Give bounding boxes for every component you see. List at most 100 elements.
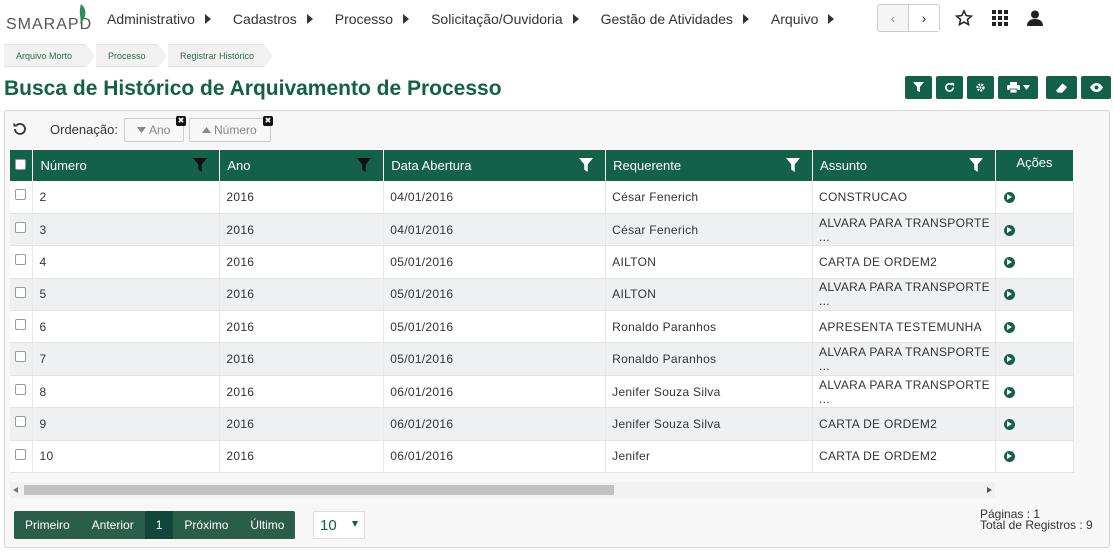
remove-sort-icon[interactable]: ✖ [176,116,186,126]
menu-next-button[interactable]: › [908,5,939,31]
row-checkbox[interactable] [15,448,26,460]
filter-icon[interactable] [579,158,594,172]
cell-acoes [995,245,1075,279]
breadcrumb-item-registrar-historico[interactable]: Registrar Histórico [168,44,273,68]
breadcrumb-item-processo[interactable]: Processo [96,44,167,68]
cell-ano: 2016 [219,278,385,312]
column-header-requerente[interactable]: Requerente [605,150,814,181]
cell-ano: 2016 [219,342,385,376]
leaf-icon [79,4,86,24]
star-icon[interactable] [954,8,974,28]
row-checkbox[interactable] [15,189,26,200]
apps-grid-icon[interactable] [990,8,1010,28]
table-row[interactable]: 9 2016 06/01/2016 Jenifer Souza Silva CARTA … [10,407,1075,441]
clear-button[interactable] [1046,76,1077,99]
filter-icon[interactable] [786,158,801,172]
cell-requerente: AILTON [605,245,814,279]
menu-prev-button[interactable]: ‹ [878,5,908,31]
smarapd-logo[interactable]: SMARAPD [6,4,91,36]
table-row[interactable]: 8 2016 06/01/2016 Jenifer Souza Silva ALVARA… [10,375,1075,409]
menu-arquivo[interactable]: Arquivo [771,11,835,27]
filter-icon[interactable] [968,158,983,172]
caret-down-icon [1022,85,1030,90]
sort-chip-ano[interactable]: Ano ✖ [124,116,186,142]
sort-chip-numero[interactable]: Número ✖ [189,116,273,142]
row-checkbox[interactable] [15,416,26,428]
filter-button[interactable] [905,76,932,99]
row-checkbox[interactable] [15,221,26,233]
row-checkbox[interactable] [15,319,26,331]
page-size-select[interactable]: 10 [313,511,365,539]
breadcrumb-item-arquivo-morto[interactable]: Arquivo Morto [4,44,95,68]
table-row[interactable]: 6 2016 05/01/2016 Ronaldo Paranhos APRESENTA… [10,310,1075,344]
open-arrow-icon[interactable] [1003,451,1015,463]
open-arrow-icon[interactable] [1003,256,1015,268]
open-arrow-icon[interactable] [1003,191,1015,203]
select-all-checkbox[interactable] [15,159,26,170]
open-arrow-icon[interactable] [1003,418,1015,430]
menu-cadastros[interactable]: Cadastros [233,11,313,27]
scroll-left-icon[interactable] [13,487,18,493]
remove-sort-icon[interactable]: ✖ [263,116,273,126]
cell-ano: 2016 [219,375,385,409]
select-all-header [10,150,34,181]
row-checkbox-cell [10,278,34,312]
print-dropdown-button[interactable] [998,76,1038,99]
open-arrow-icon[interactable] [1003,354,1015,366]
table-row[interactable]: 7 2016 05/01/2016 Ronaldo Paranhos ALVARA PA… [10,342,1075,376]
cell-requerente: César Fenerich [605,181,814,214]
row-checkbox[interactable] [15,383,26,395]
table-row[interactable]: 5 2016 05/01/2016 AILTON ALVARA PARA TRANSPO… [10,278,1075,312]
menu-processo[interactable]: Processo [335,11,410,27]
sort-chip-label: Número [214,123,257,137]
row-checkbox-cell [10,310,34,344]
menu-gestao-atividades[interactable]: Gestão de Atividades [601,11,749,27]
view-button[interactable] [1081,76,1111,99]
filter-icon[interactable] [193,158,208,172]
open-arrow-icon[interactable] [1003,386,1015,398]
cell-requerente: Jenifer Souza Silva [605,375,814,409]
cell-acoes [995,278,1075,312]
column-header-assunto[interactable]: Assunto [812,150,996,181]
table-row[interactable]: 2 2016 04/01/2016 César Fenerich CONSTRUCAO [10,181,1075,214]
scrollbar-thumb[interactable] [24,485,614,495]
last-page-button[interactable]: Último [239,511,295,539]
refresh-button[interactable] [936,76,963,99]
table-row[interactable]: 3 2016 04/01/2016 César Fenerich ALVARA PARA… [10,213,1075,247]
cell-numero: 7 [32,342,221,376]
row-checkbox[interactable] [15,286,26,298]
menu-solicitacao-ouvidoria[interactable]: Solicitação/Ouvidoria [431,11,579,27]
eye-icon [1089,83,1103,92]
cell-assunto: ALVARA PARA TRANSPORTE ... [812,278,996,312]
row-checkbox-cell [10,407,34,441]
next-page-button[interactable]: Próximo [173,511,239,539]
current-page-button[interactable]: 1 [144,511,174,539]
menu-administrativo[interactable]: Administrativo [107,11,211,27]
horizontal-scrollbar[interactable] [10,482,995,498]
menu-scroll-buttons: ‹ › [877,4,940,32]
row-checkbox[interactable] [15,254,26,266]
settings-button[interactable] [967,76,994,99]
menu-label: Cadastros [232,11,297,27]
scroll-right-icon[interactable] [987,487,992,493]
prev-page-button[interactable]: Anterior [81,511,145,539]
cell-assunto: ALVARA PARA TRANSPORTE ... [812,342,996,376]
column-header-data-abertura[interactable]: Data Abertura [383,150,607,181]
open-arrow-icon[interactable] [1003,224,1015,236]
open-arrow-icon[interactable] [1003,321,1015,333]
open-arrow-icon[interactable] [1003,289,1015,301]
cell-requerente: Ronaldo Paranhos [605,342,814,376]
cell-ano: 2016 [219,213,385,247]
column-header-numero[interactable]: Número [32,150,221,181]
user-icon[interactable] [1025,8,1045,28]
row-checkbox[interactable] [15,351,26,363]
first-page-button[interactable]: Primeiro [14,511,81,539]
filter-icon[interactable] [357,158,372,172]
column-header-ano[interactable]: Ano [219,150,385,181]
cell-acoes [995,375,1075,409]
caret-right-icon [403,14,410,24]
reset-sort-icon[interactable] [12,121,28,137]
table-row[interactable]: 4 2016 05/01/2016 AILTON CARTA DE ORDEM2 [10,245,1075,279]
table-row[interactable]: 10 2016 06/01/2016 Jenifer CARTA DE ORDEM2 [10,440,1075,474]
cell-numero: 3 [32,213,221,247]
